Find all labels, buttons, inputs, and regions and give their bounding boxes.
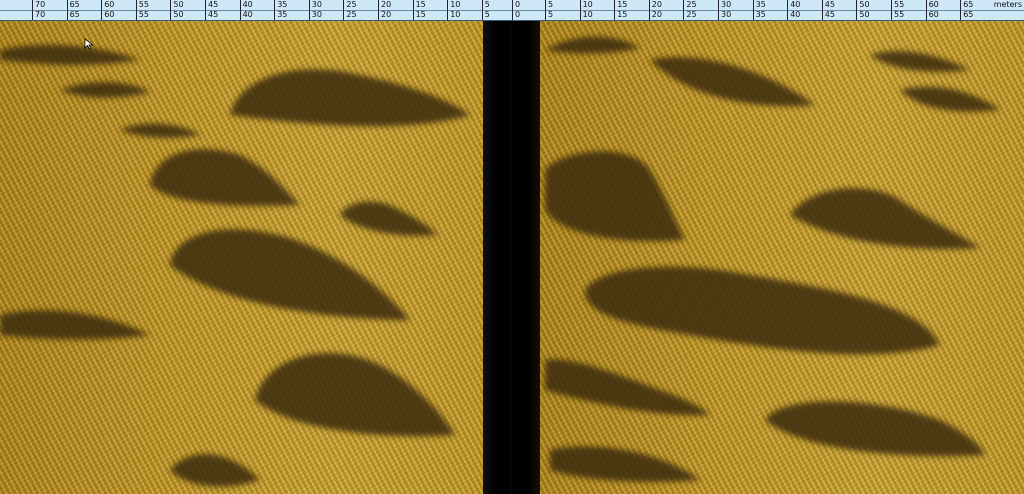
- ruler-tick-port: 40: [239, 0, 253, 10]
- ruler-tick-port: 25: [343, 10, 357, 20]
- range-ruler: meters 70 65 60 55 50 45 40 35 30 25 20 15 10 5 0 5 10 15…: [0, 0, 1024, 21]
- ruler-tick-starboard: 10: [579, 0, 593, 10]
- ruler-tick-port: 55: [135, 0, 149, 10]
- ruler-tick-starboard: 55: [891, 10, 904, 20]
- ruler-tick-starboard: 5: [545, 0, 553, 10]
- ruler-tick-starboard: 30: [718, 0, 731, 10]
- ruler-tick-port: 70: [32, 10, 45, 20]
- port-channel-image[interactable]: [0, 20, 483, 494]
- ruler-tick-starboard: 5: [545, 10, 553, 20]
- ruler-tick-port: 5: [481, 0, 490, 10]
- ruler-tick-starboard: 35: [752, 0, 766, 10]
- ruler-tick-starboard: 60: [925, 10, 939, 20]
- ruler-tick-starboard: 65: [960, 0, 973, 10]
- ruler-tick-port: 20: [378, 10, 391, 20]
- ruler-tick-port: 45: [205, 10, 218, 20]
- water-column: [483, 20, 540, 494]
- arrow-cursor-icon: [84, 38, 94, 50]
- ruler-unit-label: meters: [993, 0, 1022, 9]
- ruler-tick-port: 65: [66, 10, 80, 20]
- ruler-tick-port: 60: [101, 0, 114, 10]
- ruler-tick-center: 0: [512, 10, 520, 20]
- ruler-tick-starboard: 25: [683, 10, 697, 20]
- ruler-tick-port: 45: [205, 0, 218, 10]
- ruler-tick-starboard: 50: [856, 0, 870, 10]
- ruler-tick-port: 10: [447, 0, 460, 10]
- ruler-tick-starboard: 15: [614, 10, 627, 20]
- ruler-tick-port: 55: [135, 10, 149, 20]
- ruler-tick-starboard: 45: [821, 0, 835, 10]
- ruler-tick-starboard: 55: [891, 0, 904, 10]
- ruler-tick-starboard: 40: [787, 10, 800, 20]
- ruler-tick-port: 50: [170, 0, 184, 10]
- ruler-tick-port: 25: [343, 0, 357, 10]
- ruler-tick-center: 0: [512, 0, 520, 10]
- ruler-tick-starboard: 15: [614, 0, 627, 10]
- ruler-tick-starboard: 40: [787, 0, 800, 10]
- ruler-tick-starboard: 25: [683, 0, 697, 10]
- ruler-tick-port: 50: [170, 10, 184, 20]
- ruler-tick-starboard: 45: [821, 10, 835, 20]
- ruler-tick-port: 15: [412, 10, 426, 20]
- ruler-tick-starboard: 35: [752, 10, 766, 20]
- ruler-tick-starboard: 65: [960, 10, 973, 20]
- ruler-tick-starboard: 60: [925, 0, 939, 10]
- ruler-tick-port: 20: [378, 0, 391, 10]
- ruler-tick-starboard: 20: [648, 10, 662, 20]
- ruler-tick-port: 30: [308, 10, 322, 20]
- ruler-tick-port: 15: [412, 0, 426, 10]
- ruler-tick-port: 5: [481, 10, 490, 20]
- ruler-tick-port: 30: [308, 0, 322, 10]
- ruler-tick-port: 10: [447, 10, 460, 20]
- ruler-tick-port: 35: [274, 0, 287, 10]
- port-sand-wave-shadows: [0, 44, 470, 487]
- ruler-tick-port: 60: [101, 10, 114, 20]
- ruler-tick-starboard: 20: [648, 0, 662, 10]
- starboard-sand-wave-shadows: [545, 36, 1000, 482]
- ruler-tick-port: 65: [66, 0, 80, 10]
- starboard-channel-image[interactable]: [540, 20, 1024, 494]
- ruler-tick-starboard: 10: [579, 10, 593, 20]
- ruler-row-bottom: 70 65 60 55 50 45 40 35 30 25 20 15 10 5 0 5 10 15 20 25 30 3…: [0, 10, 1024, 20]
- ruler-tick-port: 35: [274, 10, 287, 20]
- ruler-tick-starboard: 30: [718, 10, 731, 20]
- nadir-line: [510, 20, 512, 494]
- ruler-tick-port: 70: [32, 0, 45, 10]
- ruler-tick-port: 40: [239, 10, 253, 20]
- ruler-tick-starboard: 50: [856, 10, 870, 20]
